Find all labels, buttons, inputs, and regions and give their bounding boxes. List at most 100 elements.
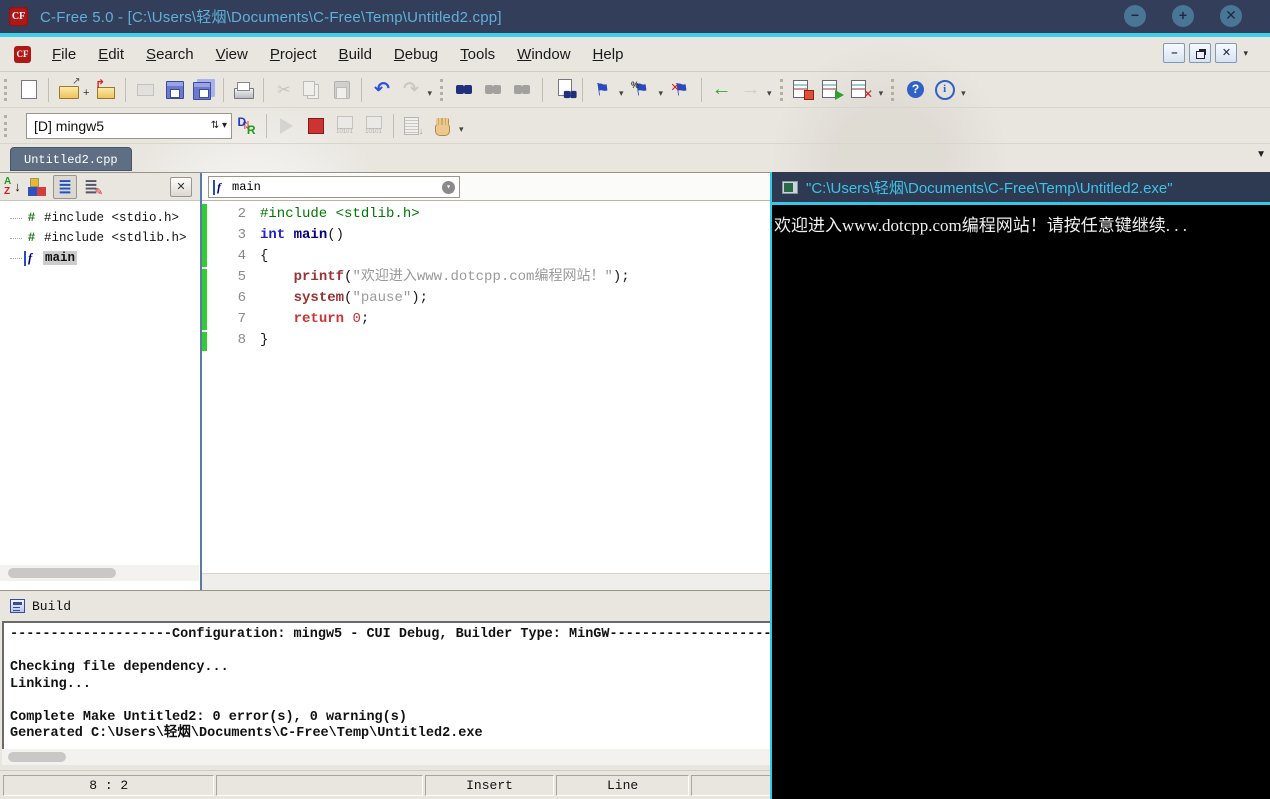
menu-view[interactable]: View [205,41,259,68]
status-cell-insert: Insert [424,774,555,796]
mdi-minimize-button[interactable]: – [1163,43,1186,63]
save-all-button[interactable] [190,76,217,103]
copy-button[interactable] [299,76,326,103]
symbols-panel: ↓ ✕ # #include <stdio.h> # #include <stdlib… [0,173,200,591]
menu-help[interactable]: Help [582,41,635,68]
stop-button[interactable] [302,112,329,139]
menu-tools[interactable]: Tools [449,41,506,68]
console-app-icon [782,180,798,194]
compiler-combo[interactable]: [D] mingw5 ⇅ ▾ [26,112,232,139]
menu-build[interactable]: Build [328,41,383,68]
function-combo[interactable]: f main ▾ [208,176,460,198]
bookmark-clear-button[interactable] [668,76,695,103]
open-file-button[interactable] [55,76,82,103]
toolbar-grip[interactable] [779,78,785,101]
tree-item-label: #include <stdio.h> [44,211,180,225]
toolbar-caret-icon[interactable]: ▾ [659,88,664,99]
reopen-button[interactable] [92,76,119,103]
symbols-hscrollbar[interactable] [0,565,199,581]
console-title-bar[interactable]: "C:\Users\轻烟\Documents\C-Free\Temp\Untit… [772,172,1270,205]
member-list-button[interactable] [53,174,77,199]
toolbar-separator [701,77,703,102]
main-toolbar: + ▾ ▾ ▾ ▾ ▾ ▾ [0,72,1270,108]
debug-release-button[interactable]: ⇅ [233,112,260,139]
flow-view-button[interactable] [27,175,51,199]
redo-button[interactable] [397,76,424,103]
bookmark-goto-button[interactable] [629,76,656,103]
build-run-button[interactable] [820,76,847,103]
close-file-button[interactable] [132,76,159,103]
cut-button[interactable] [270,76,297,103]
save-button[interactable] [161,76,188,103]
menu-debug[interactable]: Debug [383,41,449,68]
minimize-button[interactable]: − [1124,5,1146,27]
makefile-button[interactable] [400,112,427,139]
tree-item-main[interactable]: f main [0,248,200,268]
nav-back-button[interactable] [708,76,735,103]
toolbar-caret-icon[interactable]: ▾ [961,88,966,99]
find-in-files-button[interactable] [549,76,576,103]
maximize-button[interactable]: + [1172,5,1194,27]
tab-overflow-arrow-icon[interactable]: ▼ [1256,149,1266,160]
code-token: ); [411,290,429,306]
find-next-button[interactable] [480,76,507,103]
status-cell-8-2: 8 : 2 [3,774,215,796]
new-file-button[interactable] [15,76,42,103]
nav-forward-icon [740,79,762,101]
code-token: () [327,227,345,243]
nav-forward-button[interactable] [737,76,764,103]
toolbar-grip[interactable] [4,114,9,137]
print-button[interactable] [230,76,257,103]
help-button[interactable] [902,76,929,103]
tree-item-include[interactable]: # #include <stdio.h> [0,208,200,228]
title-bar: CF C-Free 5.0 - [C:\Users\轻烟\Documents\C… [0,0,1270,33]
build-log-icon [10,599,25,613]
rebuild-button[interactable] [849,76,876,103]
console-window[interactable]: "C:\Users\轻烟\Documents\C-Free\Temp\Untit… [770,172,1270,799]
undo-button[interactable] [368,76,395,103]
paste-icon [331,79,353,101]
menubar-overflow-icon[interactable]: ▾ [1243,48,1248,59]
mdi-close-button[interactable]: ✕ [1215,43,1238,63]
menu-file[interactable]: File [41,41,87,68]
bookmark-toggle-button[interactable] [589,76,616,103]
mdi-restore-button[interactable] [1189,43,1212,63]
about-button[interactable] [931,76,958,103]
object2-button[interactable] [360,112,387,139]
menu-window[interactable]: Window [506,41,581,68]
menu-edit[interactable]: Edit [87,41,135,68]
tab-untitled2[interactable]: Untitled2.cpp [10,147,132,171]
line-number: 3 [237,227,246,243]
toolbar-grip[interactable] [439,78,445,101]
combo-drop-icon[interactable]: ▾ [442,180,455,194]
combo-dropdown-icon[interactable]: ⇅ ▾ [211,120,227,131]
detail-list-button[interactable] [79,175,103,199]
find-button[interactable] [451,76,478,103]
menu-project[interactable]: Project [259,41,328,68]
menu-search[interactable]: Search [135,41,205,68]
toolbar-caret-icon[interactable]: ▾ [767,88,772,99]
run-icon [276,115,298,137]
find-icon [453,79,475,101]
toolbar-caret-icon[interactable]: ▾ [619,88,624,99]
tree-item-include[interactable]: # #include <stdlib.h> [0,228,200,248]
scrollbar-thumb[interactable] [8,752,66,762]
scrollbar-thumb[interactable] [8,568,116,578]
close-button[interactable]: ✕ [1220,5,1242,27]
toolbar-caret-icon[interactable]: ▾ [879,88,884,99]
toolbar-grip[interactable] [4,78,9,101]
detail-list-icon [80,176,103,198]
open-dropdown-icon[interactable]: + [83,87,89,99]
toolbar-caret-icon[interactable]: ▾ [427,88,432,99]
run-button[interactable] [273,112,300,139]
compile-button[interactable] [791,76,818,103]
object-button[interactable] [331,112,358,139]
close-panel-button[interactable]: ✕ [170,176,192,197]
sort-az-button[interactable]: ↓ [1,175,25,199]
toolbar-caret-icon[interactable]: ▾ [459,124,464,135]
paste-button[interactable] [328,76,355,103]
app-logo-icon: CF [9,7,28,26]
find-prev-button[interactable] [509,76,536,103]
pause-hand-button[interactable] [429,112,456,139]
toolbar-grip[interactable] [891,78,896,101]
